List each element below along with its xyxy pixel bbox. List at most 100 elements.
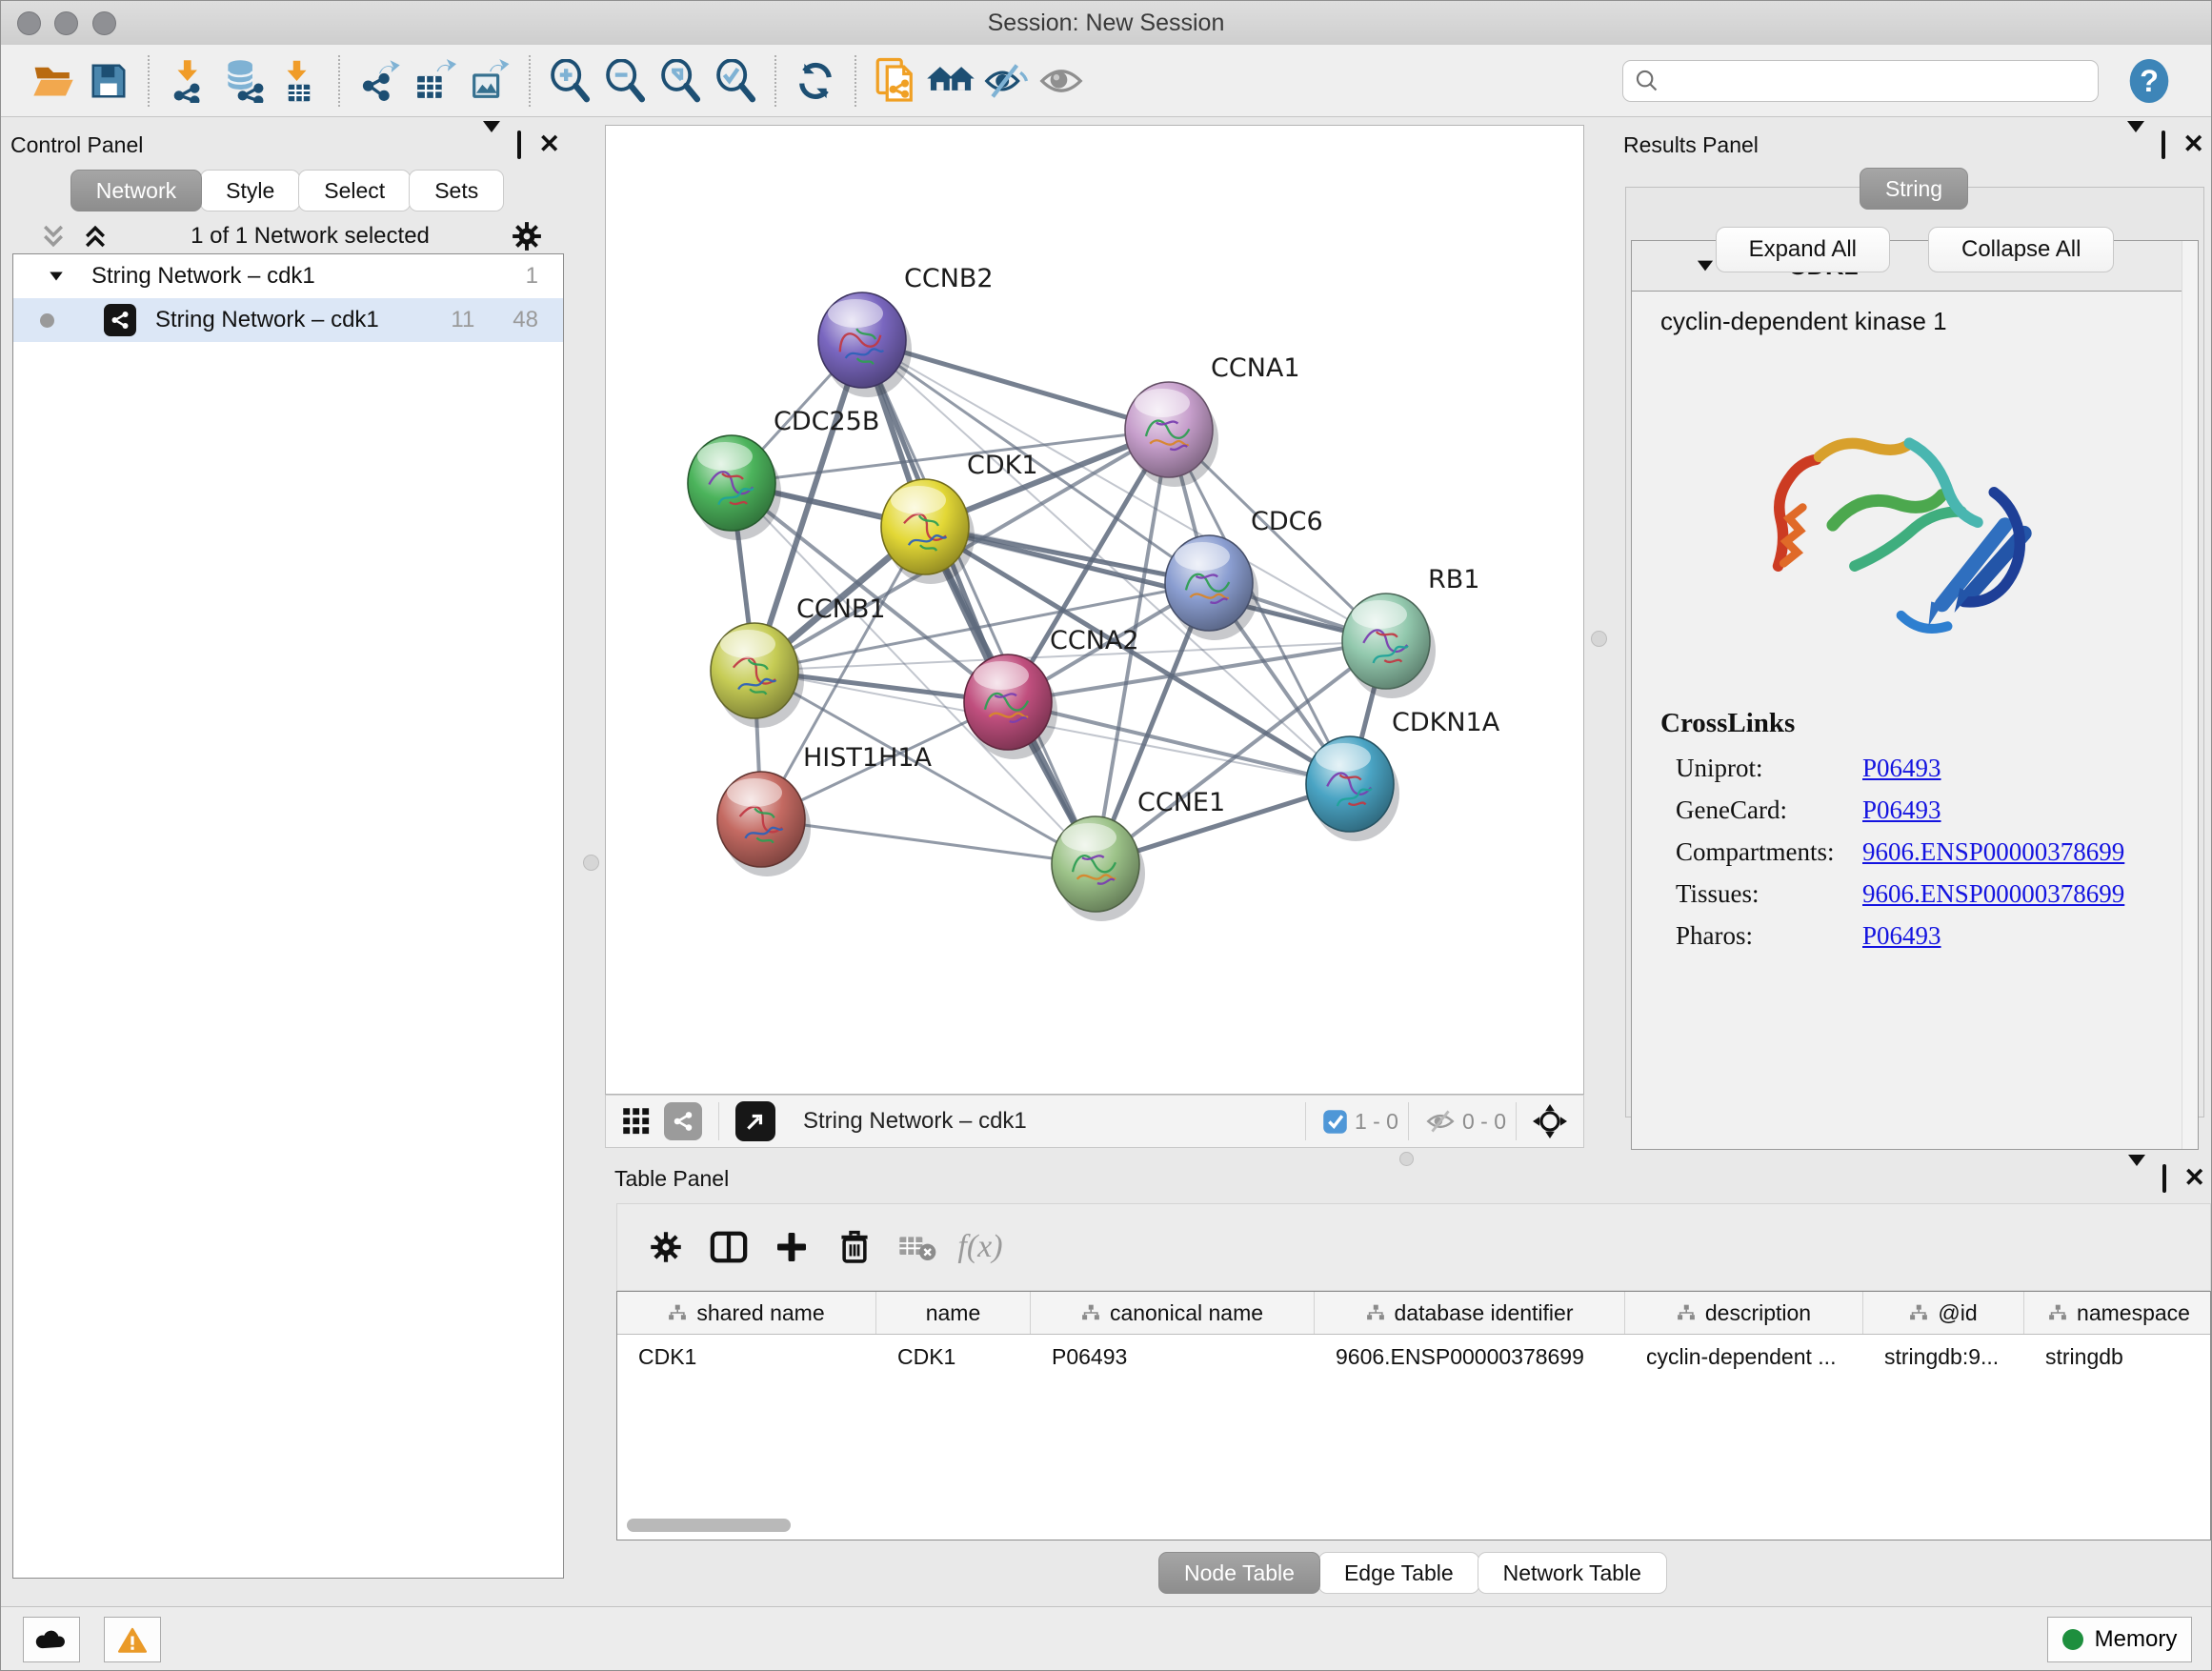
- table-cell[interactable]: P06493: [1031, 1335, 1315, 1379]
- table-cell[interactable]: CDK1: [876, 1335, 1031, 1379]
- help-button[interactable]: ?: [2122, 51, 2177, 111]
- table-cell[interactable]: 9606.ENSP00000378699: [1315, 1335, 1625, 1379]
- delete-table-button-disabled[interactable]: [886, 1218, 949, 1276]
- import-network-database-button[interactable]: [216, 51, 271, 111]
- export-image-button[interactable]: [462, 51, 517, 111]
- import-network-file-button[interactable]: [161, 51, 216, 111]
- save-session-button[interactable]: [81, 51, 136, 111]
- network-row-selected[interactable]: String Network – cdk1 11 48: [13, 298, 563, 342]
- node-CCNB1[interactable]: CCNB1: [711, 594, 886, 728]
- function-builder-button[interactable]: f(x): [949, 1218, 1012, 1276]
- left-splitter-handle[interactable]: [583, 855, 599, 871]
- network-collection-row[interactable]: String Network – cdk1 1: [13, 254, 563, 298]
- birdseye-grid-button[interactable]: [622, 1107, 651, 1136]
- open-in-window-button[interactable]: [735, 1101, 775, 1141]
- panel-close-icon[interactable]: ✕: [2182, 132, 2204, 158]
- tab-sets[interactable]: Sets: [409, 170, 504, 211]
- panel-close-icon[interactable]: ✕: [538, 132, 560, 158]
- node-CCNB2[interactable]: CCNB2: [818, 264, 994, 397]
- node-RB1[interactable]: RB1: [1342, 565, 1479, 698]
- node-CDKN1A[interactable]: CDKN1A: [1306, 708, 1500, 841]
- create-column-button[interactable]: [760, 1218, 823, 1276]
- show-columns-button[interactable]: [697, 1218, 760, 1276]
- edge-CCNB2-CCNE1[interactable]: [862, 340, 1096, 864]
- expand-all-button[interactable]: Expand All: [1716, 227, 1890, 272]
- hide-unselected-button[interactable]: [978, 51, 1034, 111]
- import-table-file-button[interactable]: [271, 51, 327, 111]
- column-header-namespace[interactable]: namespace: [2024, 1292, 2211, 1334]
- tab-network-table[interactable]: Network Table: [1478, 1552, 1667, 1594]
- table-horizontal-scrollbar[interactable]: [621, 1519, 2206, 1534]
- table-cell[interactable]: CDK1: [617, 1335, 876, 1379]
- panel-float-icon[interactable]: [517, 132, 521, 158]
- table-options-gear-icon[interactable]: [634, 1218, 697, 1276]
- zoom-fit-button[interactable]: [653, 51, 708, 111]
- table-cell[interactable]: stringdb:9...: [1863, 1335, 2024, 1379]
- node-HIST1H1A[interactable]: HIST1H1A: [717, 743, 933, 876]
- edge-HIST1H1A-CCNE1[interactable]: [761, 819, 1096, 864]
- node-CCNE1[interactable]: CCNE1: [1052, 788, 1225, 921]
- panel-float-icon[interactable]: [2162, 1166, 2166, 1192]
- column-header-shared-name[interactable]: shared name: [617, 1292, 876, 1334]
- node-CCNA1[interactable]: CCNA1: [1125, 353, 1300, 487]
- panel-float-icon[interactable]: [2162, 132, 2165, 158]
- delete-column-button[interactable]: [823, 1218, 886, 1276]
- export-network-button[interactable]: [352, 51, 407, 111]
- column-header-canonical-name[interactable]: canonical name: [1031, 1292, 1315, 1334]
- panel-menu-icon[interactable]: [483, 132, 500, 158]
- crosslink-genecard-link[interactable]: P06493: [1862, 795, 1941, 825]
- node-CDC25B[interactable]: CDC25B: [688, 407, 879, 540]
- tab-select[interactable]: Select: [298, 170, 411, 211]
- tab-string[interactable]: String: [1860, 168, 1968, 210]
- hidden-eye-icon[interactable]: [1425, 1109, 1456, 1134]
- tab-style[interactable]: Style: [200, 170, 300, 211]
- panel-menu-icon[interactable]: [2128, 1166, 2145, 1192]
- fit-content-crosshair-button[interactable]: [1533, 1104, 1567, 1138]
- right-splitter-handle[interactable]: [1591, 631, 1607, 647]
- selected-nodes-checkbox[interactable]: [1322, 1109, 1348, 1135]
- column-header-database-identifier[interactable]: database identifier: [1315, 1292, 1625, 1334]
- edge-CCNA2-CDKN1A[interactable]: [1008, 702, 1350, 784]
- table-toolbar: f(x): [616, 1203, 2211, 1291]
- tab-node-table[interactable]: Node Table: [1158, 1552, 1320, 1594]
- column-header-name[interactable]: name: [876, 1292, 1031, 1334]
- network-canvas[interactable]: CCNB2CCNA1CDC25BCDK1CDC6RB1CCNB1CCNA2CDK…: [605, 125, 1584, 1095]
- crosslink-uniprot-link[interactable]: P06493: [1862, 754, 1941, 783]
- eye-slash-icon: [983, 62, 1029, 100]
- hidden-counts: 0 - 0: [1462, 1109, 1506, 1135]
- zoom-in-button[interactable]: [542, 51, 597, 111]
- string-home-button[interactable]: [923, 51, 978, 111]
- zoom-out-button[interactable]: [597, 51, 653, 111]
- apply-layout-button[interactable]: [788, 51, 843, 111]
- string-import-button[interactable]: [868, 51, 923, 111]
- table-cell[interactable]: stringdb: [2024, 1335, 2211, 1379]
- crosslink-tissues-link[interactable]: 9606.ENSP00000378699: [1862, 879, 2124, 909]
- expand-all-chevron-icon[interactable]: [81, 222, 110, 251]
- open-file-button[interactable]: [26, 51, 81, 111]
- table-hscroll-thumb[interactable]: [627, 1519, 791, 1532]
- warning-status-button[interactable]: [104, 1617, 161, 1662]
- column-header--id[interactable]: @id: [1863, 1292, 2024, 1334]
- crosslink-compartments-link[interactable]: 9606.ENSP00000378699: [1862, 837, 2124, 867]
- crosslink-pharos-link[interactable]: P06493: [1862, 921, 1941, 951]
- tab-network[interactable]: Network: [70, 170, 202, 211]
- collection-expand-triangle-icon[interactable]: [50, 272, 63, 281]
- open-folder-icon: [32, 62, 74, 100]
- string-panel-button[interactable]: [664, 1102, 702, 1140]
- tab-edge-table[interactable]: Edge Table: [1318, 1552, 1479, 1594]
- show-eye-button[interactable]: [1034, 51, 1089, 111]
- collapse-all-button[interactable]: Collapse All: [1928, 227, 2114, 272]
- collapse-all-chevron-icon[interactable]: [39, 222, 68, 251]
- memory-status-button[interactable]: Memory: [2047, 1617, 2192, 1662]
- cloud-status-button[interactable]: [23, 1617, 80, 1662]
- panel-close-icon[interactable]: ✕: [2183, 1166, 2205, 1192]
- network-options-gear-icon[interactable]: [511, 220, 543, 252]
- zoom-selected-button[interactable]: [708, 51, 763, 111]
- table-cell[interactable]: cyclin-dependent ...: [1625, 1335, 1863, 1379]
- table-row[interactable]: CDK1CDK1P064939606.ENSP00000378699cyclin…: [617, 1335, 2210, 1379]
- results-vertical-scrollbar[interactable]: [2182, 241, 2198, 1149]
- column-header-description[interactable]: description: [1625, 1292, 1863, 1334]
- export-table-button[interactable]: [407, 51, 462, 111]
- search-input[interactable]: [1659, 68, 2086, 94]
- panel-menu-icon[interactable]: [2127, 132, 2144, 158]
